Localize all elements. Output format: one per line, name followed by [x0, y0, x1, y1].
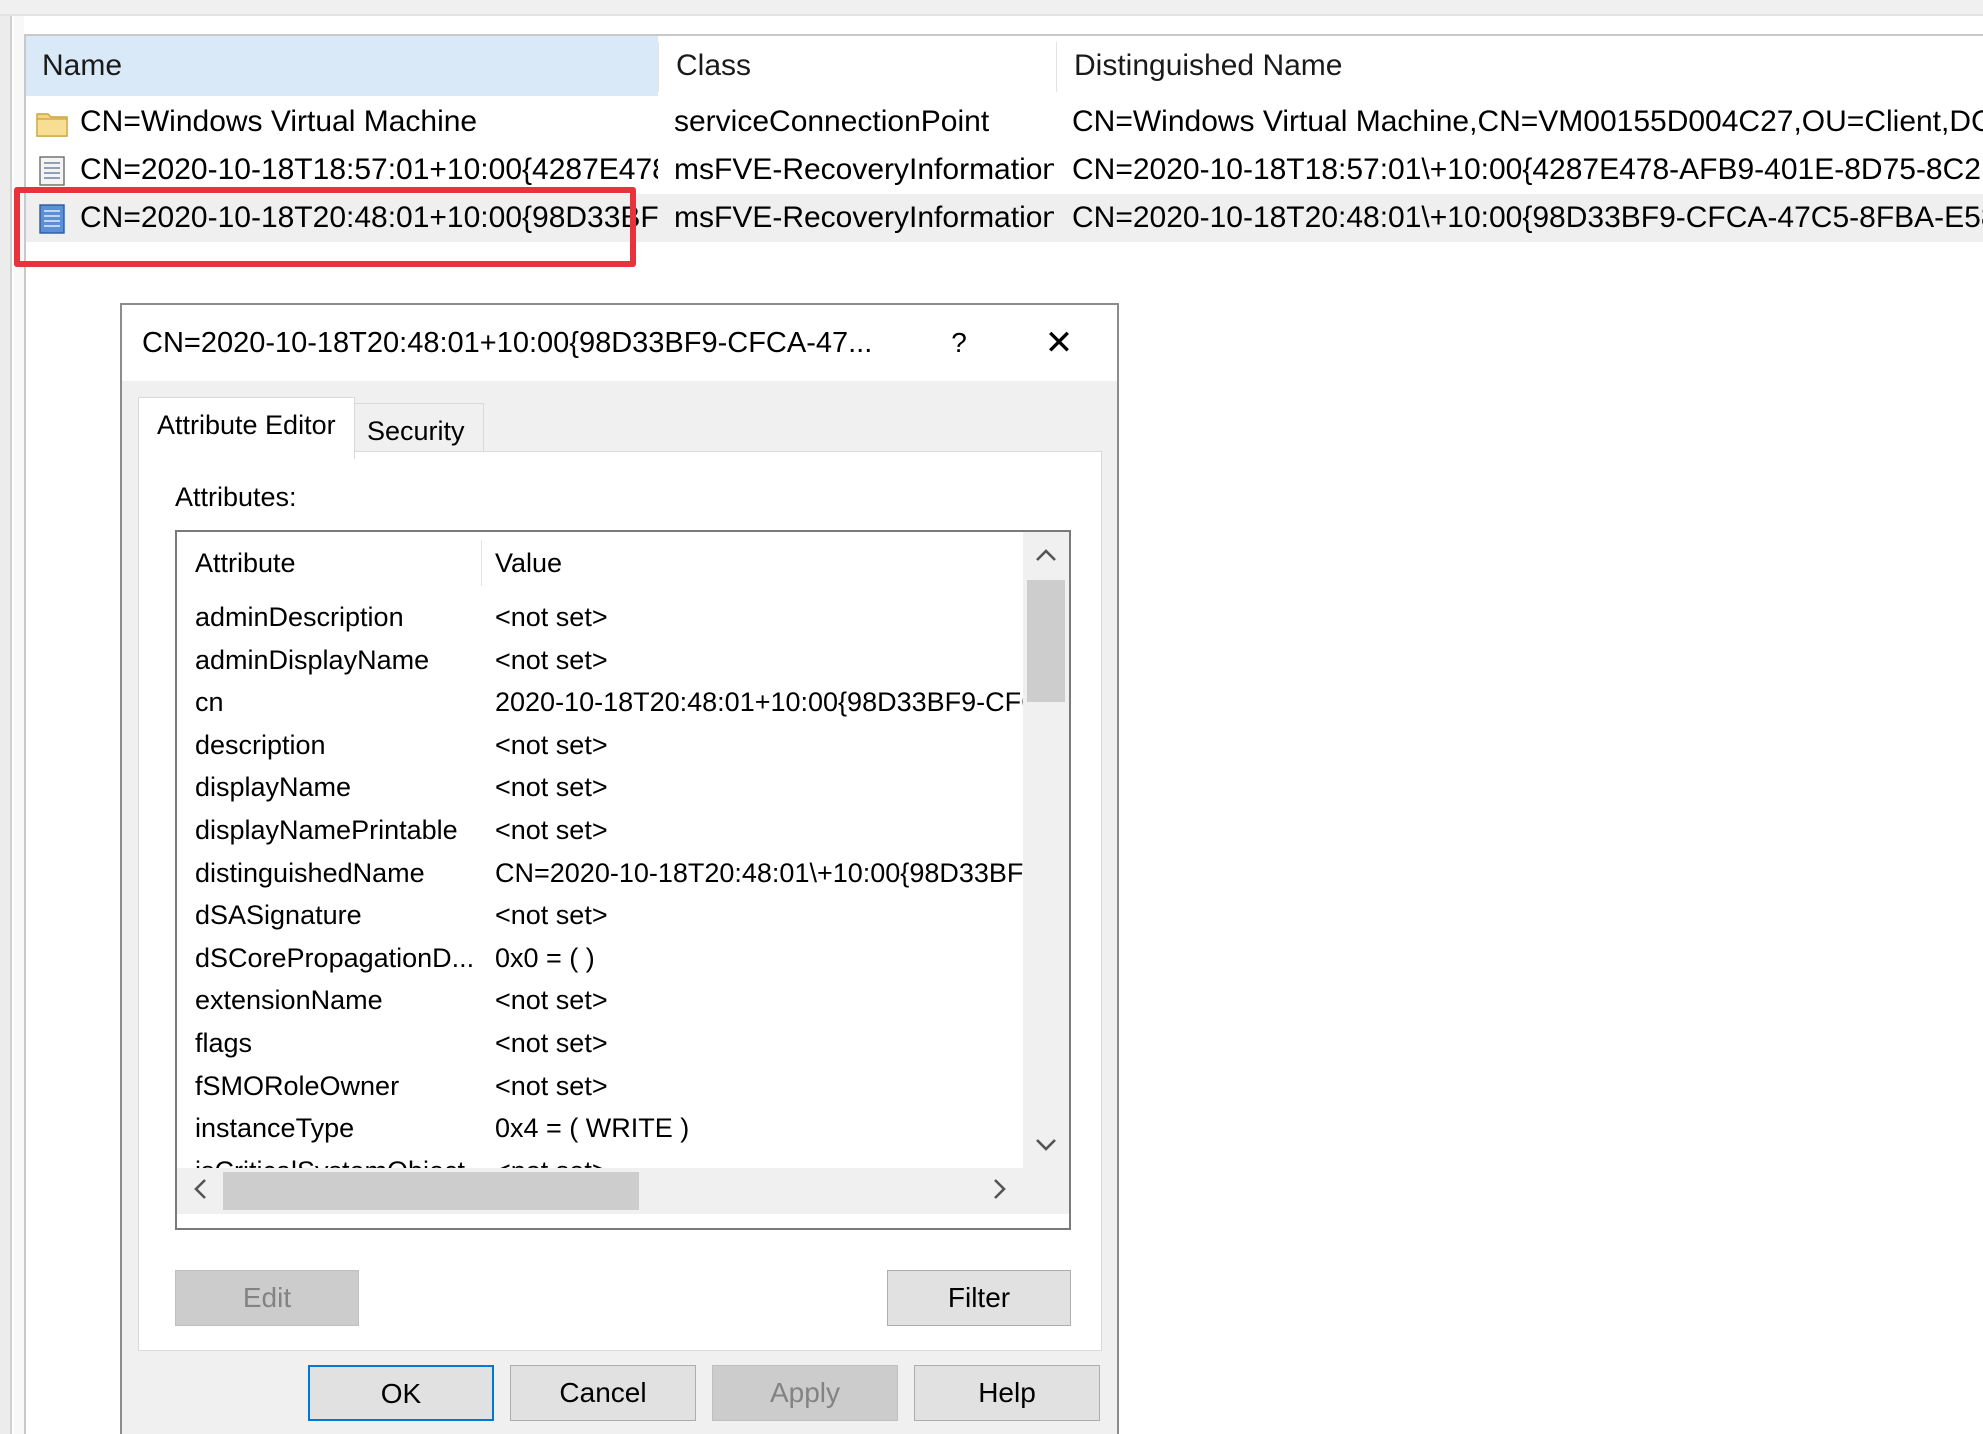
- ok-button[interactable]: OK: [308, 1365, 494, 1421]
- column-header-name[interactable]: Name: [26, 36, 658, 96]
- attribute-row[interactable]: dSCorePropagationD... 0x0 = ( ): [177, 937, 1023, 980]
- properties-dialog: CN=2020-10-18T20:48:01+10:00{98D33BF9-CF…: [120, 303, 1119, 1434]
- filter-button[interactable]: Filter: [887, 1270, 1071, 1326]
- attribute-value: <not set>: [495, 1070, 608, 1101]
- attribute-row[interactable]: displayNamePrintable <not set>: [177, 809, 1023, 852]
- attribute-value: 0x4 = ( WRITE ): [495, 1113, 690, 1144]
- attribute-name: flags: [195, 1028, 253, 1058]
- scroll-right-icon[interactable]: [977, 1168, 1023, 1214]
- column-header-attribute[interactable]: Attribute: [177, 532, 296, 594]
- row-class: serviceConnectionPoint: [674, 105, 990, 138]
- attribute-editor-panel: Attributes: Attribute Value adminDescrip…: [138, 451, 1102, 1351]
- attribute-value: 2020-10-18T20:48:01+10:00{98D33BF9-CFC: [495, 687, 1023, 718]
- attribute-value: <not set>: [495, 772, 608, 803]
- apply-button[interactable]: Apply: [712, 1365, 898, 1421]
- attribute-row[interactable]: instanceType 0x4 = ( WRITE ): [177, 1107, 1023, 1150]
- close-icon[interactable]: ✕: [1034, 315, 1084, 371]
- scroll-up-icon[interactable]: [1023, 532, 1069, 578]
- attribute-value: <not set>: [495, 1028, 608, 1058]
- cancel-button[interactable]: Cancel: [510, 1365, 696, 1421]
- attribute-value: <not set>: [495, 644, 608, 675]
- vertical-scroll-thumb[interactable]: [1027, 580, 1065, 702]
- attribute-row[interactable]: cn 2020-10-18T20:48:01+10:00{98D33BF9-CFC: [177, 681, 1023, 724]
- vertical-scrollbar[interactable]: [1023, 532, 1069, 1168]
- attribute-row[interactable]: flags <not set>: [177, 1022, 1023, 1065]
- attribute-name: displayName: [195, 772, 352, 803]
- attributes-list[interactable]: Attribute Value adminDescription <not set…: [175, 530, 1071, 1230]
- column-header-value[interactable]: Value: [477, 532, 562, 594]
- attribute-name: instanceType: [195, 1113, 355, 1144]
- scroll-down-icon[interactable]: [1023, 1122, 1069, 1168]
- row-distinguished-name: CN=Windows Virtual Machine,CN=VM00155D00…: [1072, 105, 1983, 138]
- attribute-name: description: [195, 729, 326, 760]
- attribute-name: extensionName: [195, 985, 383, 1016]
- attribute-value: <not set>: [495, 602, 608, 632]
- attribute-value: 0x0 = ( ): [495, 942, 595, 973]
- attribute-value: <not set>: [495, 900, 608, 931]
- column-header-class[interactable]: Class: [660, 36, 1054, 96]
- row-name: CN=Windows Virtual Machine: [80, 105, 478, 138]
- attribute-name: isCriticalSystemObject: [195, 1150, 475, 1170]
- row-class: msFVE-RecoveryInformation: [674, 201, 1054, 234]
- attribute-rows: adminDescription <not set> adminDisplayNa…: [177, 596, 1023, 1170]
- attribute-value: <not set>: [495, 1150, 1023, 1170]
- horizontal-scroll-thumb[interactable]: [223, 1172, 639, 1210]
- list-row-windows-virtual-machine[interactable]: CN=Windows Virtual Machine serviceConnec…: [26, 98, 1983, 146]
- list-header: Name Class Distinguished Name: [26, 36, 1983, 96]
- attribute-name: adminDescription: [195, 602, 404, 632]
- attribute-row[interactable]: isCriticalSystemObject <not set>: [177, 1150, 1023, 1170]
- column-divider[interactable]: [658, 42, 659, 92]
- row-distinguished-name: CN=2020-10-18T20:48:01\+10:00{98D33BF9-C…: [1072, 201, 1983, 234]
- attribute-value: <not set>: [495, 985, 608, 1016]
- attribute-name: distinguishedName: [195, 857, 425, 888]
- attributes-list-header: Attribute Value: [177, 532, 1023, 594]
- attribute-row[interactable]: adminDescription <not set>: [177, 596, 1023, 639]
- row-distinguished-name: CN=2020-10-18T18:57:01\+10:00{4287E478-A…: [1072, 153, 1983, 186]
- attributes-label: Attributes:: [175, 482, 297, 512]
- attribute-row[interactable]: displayName <not set>: [177, 766, 1023, 809]
- help-icon[interactable]: ?: [934, 315, 984, 371]
- row-class: msFVE-RecoveryInformation: [674, 153, 1054, 186]
- scrollbar-corner: [1023, 1168, 1069, 1214]
- attribute-row[interactable]: dSASignature <not set>: [177, 894, 1023, 937]
- attribute-name: displayNamePrintable: [195, 815, 458, 845]
- top-strip: [0, 0, 1983, 16]
- attribute-value: <not set>: [495, 815, 608, 845]
- attribute-row[interactable]: fSMORoleOwner <not set>: [177, 1065, 1023, 1108]
- attribute-row[interactable]: adminDisplayName <not set>: [177, 639, 1023, 682]
- attribute-value: CN=2020-10-18T20:48:01\+10:00{98D33BF9: [495, 857, 1023, 888]
- edit-button[interactable]: Edit: [175, 1270, 359, 1326]
- dialog-title-bar[interactable]: CN=2020-10-18T20:48:01+10:00{98D33BF9-CF…: [122, 305, 1117, 381]
- scroll-left-icon[interactable]: [177, 1168, 223, 1214]
- recovery-object-icon: [36, 154, 68, 186]
- attribute-name: fSMORoleOwner: [195, 1070, 400, 1101]
- attribute-name: dSASignature: [195, 900, 362, 931]
- tab-attribute-editor[interactable]: Attribute Editor: [138, 397, 355, 459]
- column-header-distinguished-name[interactable]: Distinguished Name: [1058, 36, 1983, 96]
- attribute-row[interactable]: description <not set>: [177, 724, 1023, 767]
- dialog-title: CN=2020-10-18T20:48:01+10:00{98D33BF9-CF…: [142, 327, 873, 359]
- left-pane-edge: [0, 16, 12, 1434]
- horizontal-scrollbar[interactable]: [177, 1168, 1023, 1214]
- attribute-row[interactable]: extensionName <not set>: [177, 979, 1023, 1022]
- folder-icon: [36, 106, 68, 138]
- attribute-row[interactable]: distinguishedName CN=2020-10-18T20:48:01\…: [177, 852, 1023, 895]
- attribute-value: <not set>: [495, 729, 608, 760]
- help-button[interactable]: Help: [914, 1365, 1100, 1421]
- column-divider[interactable]: [1056, 42, 1057, 92]
- attribute-name: dSCorePropagationD...: [195, 942, 475, 973]
- highlight-annotation-box: [14, 187, 636, 267]
- attribute-name: cn: [195, 687, 224, 718]
- attribute-name: adminDisplayName: [195, 644, 430, 675]
